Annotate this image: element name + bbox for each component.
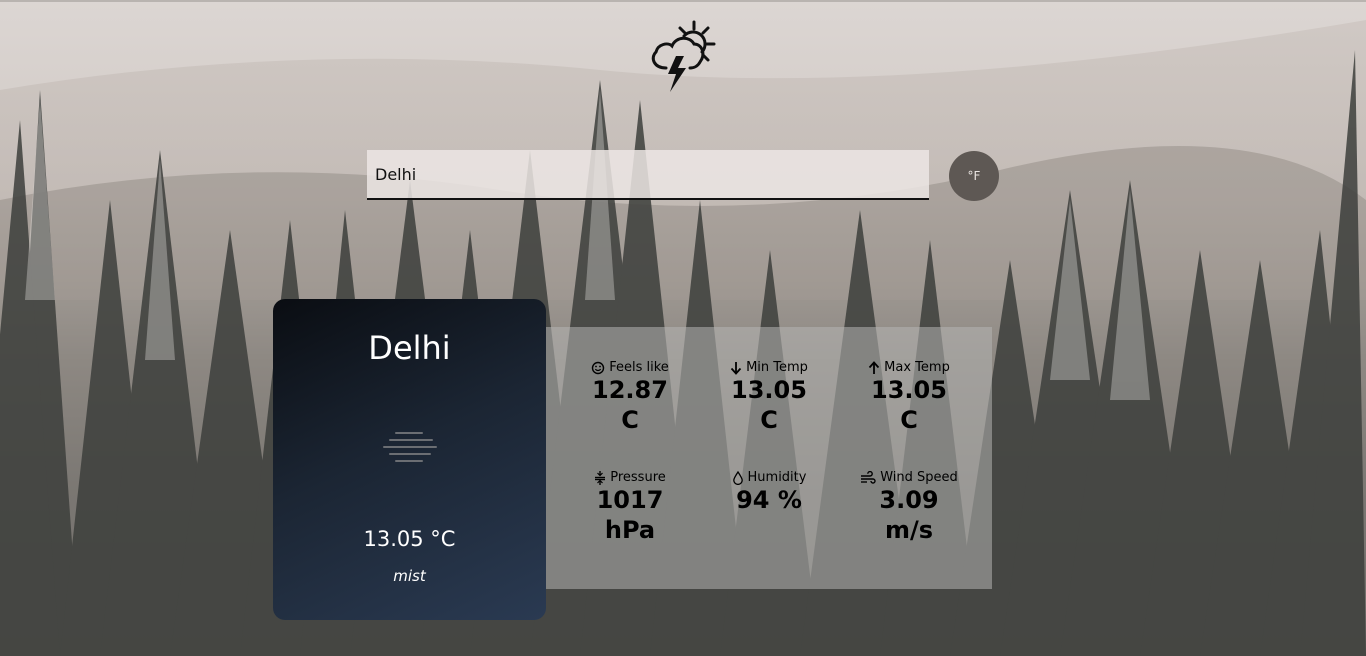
detail-humidity: Humidity 94 % bbox=[699, 470, 839, 515]
detail-label: Wind Speed bbox=[880, 470, 958, 485]
detail-label: Feels like bbox=[609, 360, 669, 375]
city-temperature: 13.05 °C bbox=[363, 527, 456, 551]
weather-description: mist bbox=[393, 567, 426, 585]
detail-value: 1017 bbox=[596, 486, 664, 514]
detail-label: Min Temp bbox=[746, 360, 808, 375]
mist-icon bbox=[383, 432, 437, 462]
detail-pressure: Pressure 1017 hPa bbox=[560, 470, 700, 545]
unit-toggle-button[interactable]: °F bbox=[949, 151, 999, 201]
detail-label: Humidity bbox=[747, 470, 807, 485]
droplet-icon bbox=[732, 470, 743, 485]
thunderstorm-sun-icon bbox=[651, 20, 716, 92]
detail-unit: hPa bbox=[604, 516, 656, 544]
detail-label: Max Temp bbox=[884, 360, 950, 375]
detail-feels-like: Feels like 12.87 C bbox=[560, 360, 700, 435]
arrow-up-icon bbox=[869, 360, 880, 374]
detail-unit: C bbox=[621, 406, 639, 434]
arrow-down-icon bbox=[730, 361, 742, 375]
detail-unit: C bbox=[900, 406, 918, 434]
smile-icon bbox=[592, 361, 605, 374]
detail-value: 12.87 bbox=[592, 376, 668, 404]
detail-max-temp: Max Temp 13.05 C bbox=[839, 360, 979, 435]
city-search-input[interactable] bbox=[367, 150, 929, 200]
detail-unit: C bbox=[760, 406, 778, 434]
detail-wind-speed: Wind Speed 3.09 m/s bbox=[839, 470, 979, 545]
detail-label: Pressure bbox=[610, 470, 666, 485]
wind-icon bbox=[861, 470, 876, 484]
detail-value: 94 % bbox=[736, 486, 802, 514]
detail-value: 13.05 bbox=[871, 376, 947, 404]
pressure-icon bbox=[595, 470, 606, 485]
city-name: Delhi bbox=[368, 329, 451, 367]
detail-min-temp: Min Temp 13.05 C bbox=[699, 360, 839, 435]
detail-value: 3.09 bbox=[879, 486, 939, 514]
detail-unit: m/s bbox=[884, 516, 934, 544]
detail-value: 13.05 bbox=[731, 376, 807, 404]
